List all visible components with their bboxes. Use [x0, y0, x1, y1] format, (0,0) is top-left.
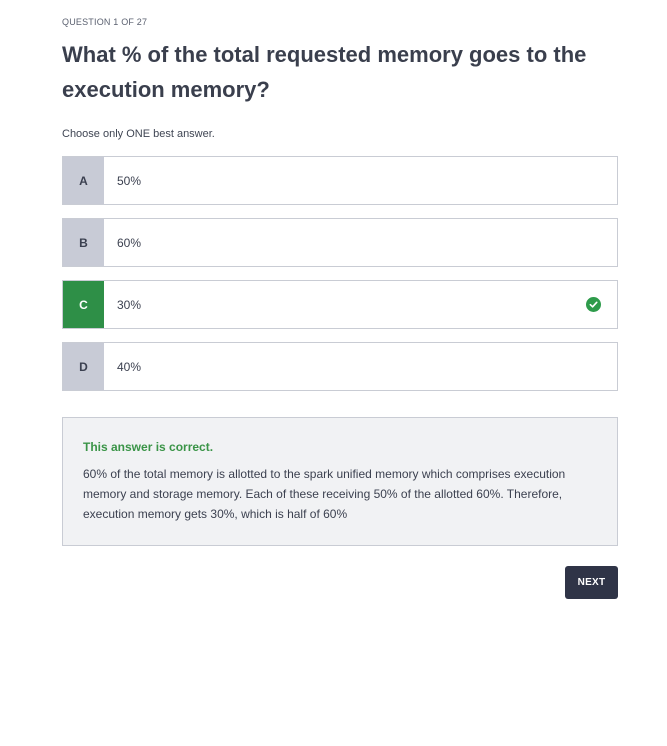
feedback-status: This answer is correct. — [83, 440, 214, 454]
option-letter: D — [63, 343, 104, 390]
answer-options: A 50% B 60% C 30% D 40% — [62, 156, 618, 404]
option-text: 30% — [117, 297, 142, 312]
option-text: 50% — [117, 173, 142, 188]
question-title: What % of the total requested memory goe… — [62, 42, 587, 102]
option-a[interactable]: A 50% — [62, 156, 618, 205]
feedback-explanation: 60% of the total memory is allotted to t… — [83, 467, 566, 521]
option-letter: A — [63, 157, 104, 204]
option-letter: C — [63, 281, 104, 328]
option-b[interactable]: B 60% — [62, 218, 618, 267]
question-counter: QUESTION 1 OF 27 — [62, 17, 148, 27]
check-circle-icon — [586, 297, 601, 312]
option-text: 60% — [117, 235, 142, 250]
next-button[interactable]: NEXT — [565, 566, 618, 599]
answer-feedback-panel: This answer is correct. 60% of the total… — [62, 417, 618, 546]
option-text: 40% — [117, 359, 142, 374]
answer-instruction: Choose only ONE best answer. — [62, 128, 215, 140]
quiz-page: QUESTION 1 OF 27 What % of the total req… — [0, 0, 667, 746]
option-c[interactable]: C 30% — [62, 280, 618, 329]
option-d[interactable]: D 40% — [62, 342, 618, 391]
option-letter: B — [63, 219, 104, 266]
